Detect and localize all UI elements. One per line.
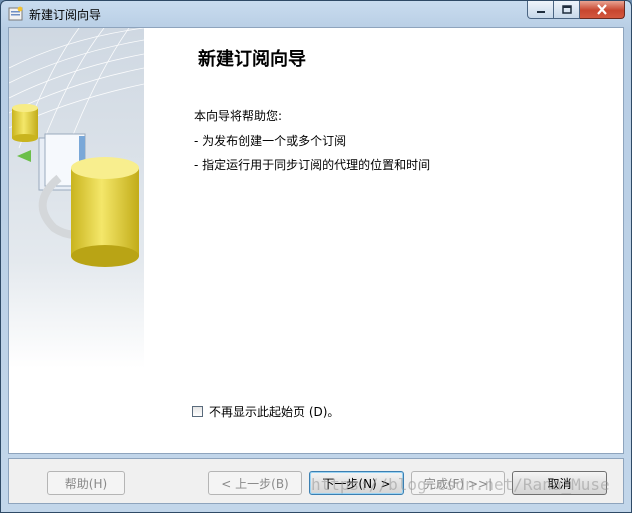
small-cylinder	[12, 104, 38, 142]
maximize-button[interactable]	[554, 1, 580, 19]
wizard-page: 新建订阅向导 本向导将帮助您: - 为发布创建一个或多个订阅 - 指定运行用于同…	[144, 28, 623, 453]
bullet-item: - 指定运行用于同步订阅的代理的位置和时间	[194, 158, 431, 172]
page-heading: 新建订阅向导	[198, 49, 306, 70]
wizard-content-area: 新建订阅向导 本向导将帮助您: - 为发布创建一个或多个订阅 - 指定运行用于同…	[8, 27, 624, 454]
wizard-window: 新建订阅向导 新建订阅向导 本向导将帮助您: - 为发布创建一个或多个订阅 - …	[0, 0, 632, 513]
skip-start-page-option[interactable]: 不再显示此起始页 (D)。	[192, 403, 339, 420]
close-icon	[597, 4, 607, 15]
previous-button[interactable]: < 上一步(B)	[208, 471, 302, 495]
watermark: https://blog.csdn.net/Rana_Muse	[311, 475, 610, 494]
help-button[interactable]: 帮助(H)	[47, 471, 125, 495]
skip-start-page-checkbox[interactable]	[192, 406, 203, 417]
window-controls	[527, 1, 625, 19]
window-title: 新建订阅向导	[29, 8, 102, 22]
title-bar[interactable]: 新建订阅向导	[1, 1, 631, 27]
minimize-icon	[536, 10, 545, 13]
minimize-button[interactable]	[527, 1, 554, 19]
maximize-icon	[561, 4, 572, 14]
app-icon	[8, 6, 23, 21]
bullet-item: - 为发布创建一个或多个订阅	[194, 134, 347, 148]
close-button[interactable]	[580, 1, 625, 19]
skip-start-page-label: 不再显示此起始页 (D)。	[209, 405, 340, 419]
wizard-banner-graphic	[9, 28, 144, 453]
intro-text: 本向导将帮助您:	[194, 109, 283, 123]
large-cylinder	[71, 157, 139, 267]
